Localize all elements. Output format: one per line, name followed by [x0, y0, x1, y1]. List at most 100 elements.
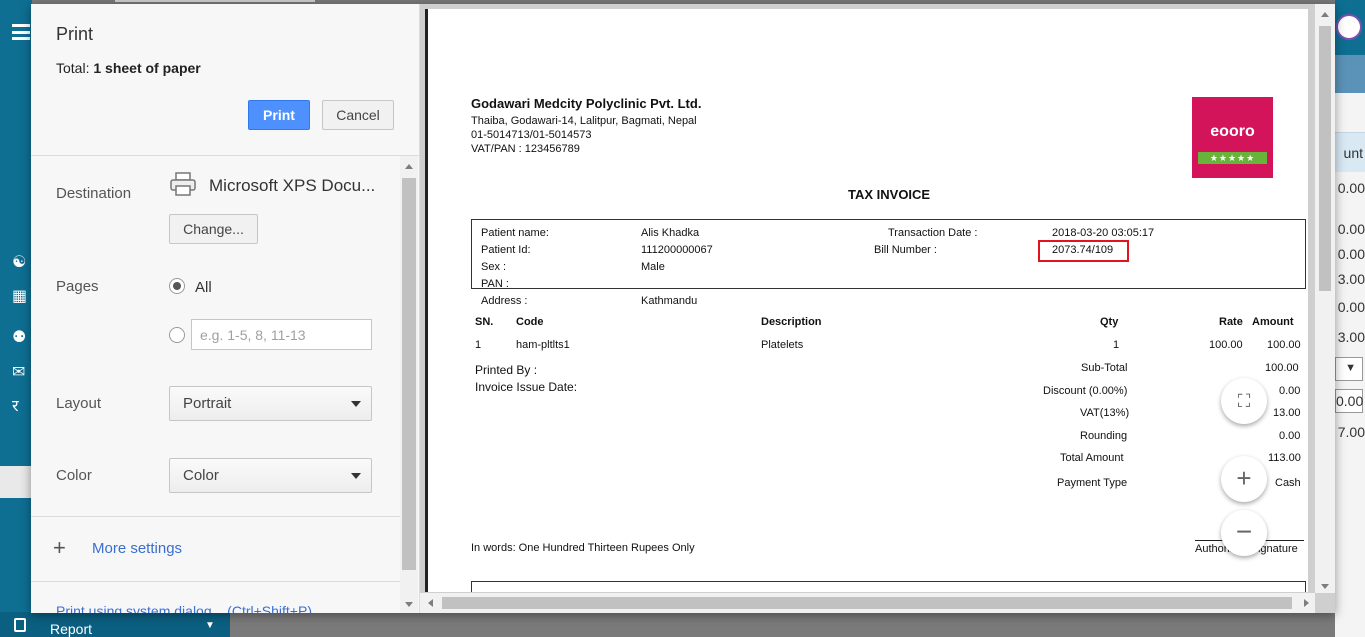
report-label: Report	[50, 621, 93, 637]
rupee-icon[interactable]: र	[12, 398, 32, 416]
amount-cell: 0.00	[1337, 221, 1365, 237]
logo-text: eooro	[1210, 123, 1255, 140]
pages-custom-input[interactable]	[191, 319, 372, 350]
subtotal-label: Sub-Total	[1081, 362, 1128, 374]
rounding-value: 0.00	[1279, 430, 1301, 442]
zoom-in-icon[interactable]: +	[1221, 456, 1267, 502]
total-amount-value: 113.00	[1268, 452, 1301, 464]
group-icon[interactable]: ⚉	[12, 329, 32, 347]
scrollbar-thumb[interactable]	[442, 597, 1292, 609]
mail-icon[interactable]: ✉	[12, 364, 32, 382]
company-vat: VAT/PAN : 123456789	[471, 143, 580, 155]
scroll-left-arrow-icon[interactable]	[428, 599, 433, 607]
destination-label: Destination	[56, 185, 132, 202]
system-dialog-link[interactable]: Print using system dialog... (Ctrl+Shift…	[56, 603, 312, 613]
col-sn: SN.	[475, 316, 494, 328]
invoice-issue-date: Invoice Issue Date:	[475, 380, 578, 394]
amount-cell: 3.00	[1337, 271, 1365, 287]
more-settings-link[interactable]: More settings	[92, 540, 182, 557]
sheet-total: Total: 1 sheet of paper	[56, 60, 201, 76]
app-right-panel: unt 0.00 0.00 0.00 3.00 0.00 3.00 ▼ 0.00…	[1335, 0, 1365, 637]
rounding-label: Rounding	[1080, 430, 1128, 442]
zoom-out-icon[interactable]: −	[1221, 510, 1267, 556]
total-value: 1 sheet of paper	[93, 60, 201, 76]
dialog-title: Print	[56, 24, 94, 44]
discount-label: Discount (0.00%)	[1043, 385, 1128, 397]
caret-down-icon: ▼	[205, 620, 215, 631]
item-amount: 100.00	[1267, 339, 1301, 351]
app-sidebar: ☯ ▦ ⚉ ✉ र	[0, 0, 32, 637]
item-sn: 1	[475, 339, 482, 351]
preview-horizontal-scrollbar[interactable]	[420, 593, 1315, 613]
report-book-icon	[14, 618, 26, 632]
patient-name: Alis Khadka	[641, 227, 700, 239]
scroll-down-arrow-icon[interactable]	[405, 602, 413, 607]
color-label: Color	[56, 467, 92, 484]
amount-cell: 0.00	[1337, 180, 1365, 196]
print-dialog: Print Total: 1 sheet of paper Print Canc…	[31, 4, 1335, 613]
print-preview: Godawari Medcity Polyclinic Pvt. Ltd. Th…	[420, 4, 1335, 613]
amount-cell: 0.00	[1337, 299, 1365, 315]
calendar-icon[interactable]: ▦	[12, 288, 32, 306]
scroll-up-arrow-icon[interactable]	[1321, 12, 1329, 17]
settings-scrollbar[interactable]	[400, 156, 418, 613]
item-qty: 1	[1113, 339, 1120, 351]
sex-label: Sex :	[481, 261, 507, 273]
amount-in-words: In words: One Hundred Thirteen Rupees On…	[471, 542, 695, 554]
scroll-right-arrow-icon[interactable]	[1304, 599, 1309, 607]
col-amount: Amount	[1252, 316, 1294, 328]
pages-label: Pages	[56, 278, 99, 295]
amount-input[interactable]: 0.00	[1335, 389, 1363, 413]
patient-id-label: Patient Id:	[481, 244, 531, 256]
color-value: Color	[183, 467, 219, 484]
hamburger-menu-icon[interactable]	[12, 24, 30, 40]
plus-icon[interactable]: +	[53, 537, 66, 559]
preview-vertical-scrollbar[interactable]	[1315, 4, 1335, 593]
discount-value: 0.00	[1279, 385, 1301, 397]
scrollbar-thumb[interactable]	[402, 178, 416, 570]
layout-value: Portrait	[183, 395, 232, 412]
scroll-down-arrow-icon[interactable]	[1321, 584, 1329, 589]
users-icon[interactable]: ☯	[12, 254, 32, 272]
color-select[interactable]: Color	[169, 458, 372, 493]
col-qty: Qty	[1100, 316, 1119, 328]
payment-select[interactable]: ▼	[1335, 357, 1363, 381]
fit-to-page-icon[interactable]: ⛶	[1221, 378, 1267, 424]
transaction-date: 2018-03-20 03:05:17	[1052, 227, 1155, 239]
pages-all-label: All	[195, 279, 212, 296]
company-name: Godawari Medcity Polyclinic Pvt. Ltd.	[471, 96, 702, 111]
transaction-date-label: Transaction Date :	[888, 227, 978, 239]
payment-type-value: Cash	[1275, 477, 1301, 489]
col-rate: Rate	[1219, 316, 1243, 328]
app-top-divider	[115, 0, 315, 2]
sex-value: Male	[641, 261, 665, 273]
layout-select[interactable]: Portrait	[169, 386, 372, 421]
bill-number: 2073.74/109	[1052, 244, 1114, 256]
print-settings-panel: Print Total: 1 sheet of paper Print Canc…	[31, 4, 420, 613]
print-button[interactable]: Print	[248, 100, 310, 130]
company-phone: 01-5014713/01-5014573	[471, 129, 592, 141]
report-nav-item[interactable]: Report ▼	[0, 612, 230, 637]
printed-by: Printed By :	[475, 363, 538, 377]
pages-custom-radio[interactable]	[169, 327, 185, 343]
payment-type-label: Payment Type	[1057, 477, 1128, 489]
logo-stars: ★★★★★	[1198, 152, 1267, 164]
item-code: ham-pltlts1	[516, 339, 570, 351]
vat-label: VAT(13%)	[1080, 407, 1130, 419]
scrollbar-thumb[interactable]	[1319, 26, 1331, 291]
layout-label: Layout	[56, 395, 102, 412]
bill-number-label: Bill Number :	[874, 244, 937, 256]
change-destination-button[interactable]: Change...	[169, 214, 258, 244]
pages-all-radio[interactable]	[169, 278, 185, 294]
company-address: Thaiba, Godawari-14, Lalitpur, Bagmati, …	[471, 115, 697, 127]
printer-icon	[170, 172, 196, 196]
item-rate: 100.00	[1209, 339, 1243, 351]
amount-cell: 3.00	[1337, 329, 1365, 345]
preview-page: Godawari Medcity Polyclinic Pvt. Ltd. Th…	[425, 9, 1308, 592]
sidebar-gap	[0, 466, 32, 498]
invoice-title: TAX INVOICE	[848, 187, 931, 202]
amount-cell: 0.00	[1337, 246, 1365, 262]
subtotal-value: 100.00	[1265, 362, 1299, 374]
cancel-button[interactable]: Cancel	[322, 100, 394, 130]
scroll-up-arrow-icon[interactable]	[405, 164, 413, 169]
